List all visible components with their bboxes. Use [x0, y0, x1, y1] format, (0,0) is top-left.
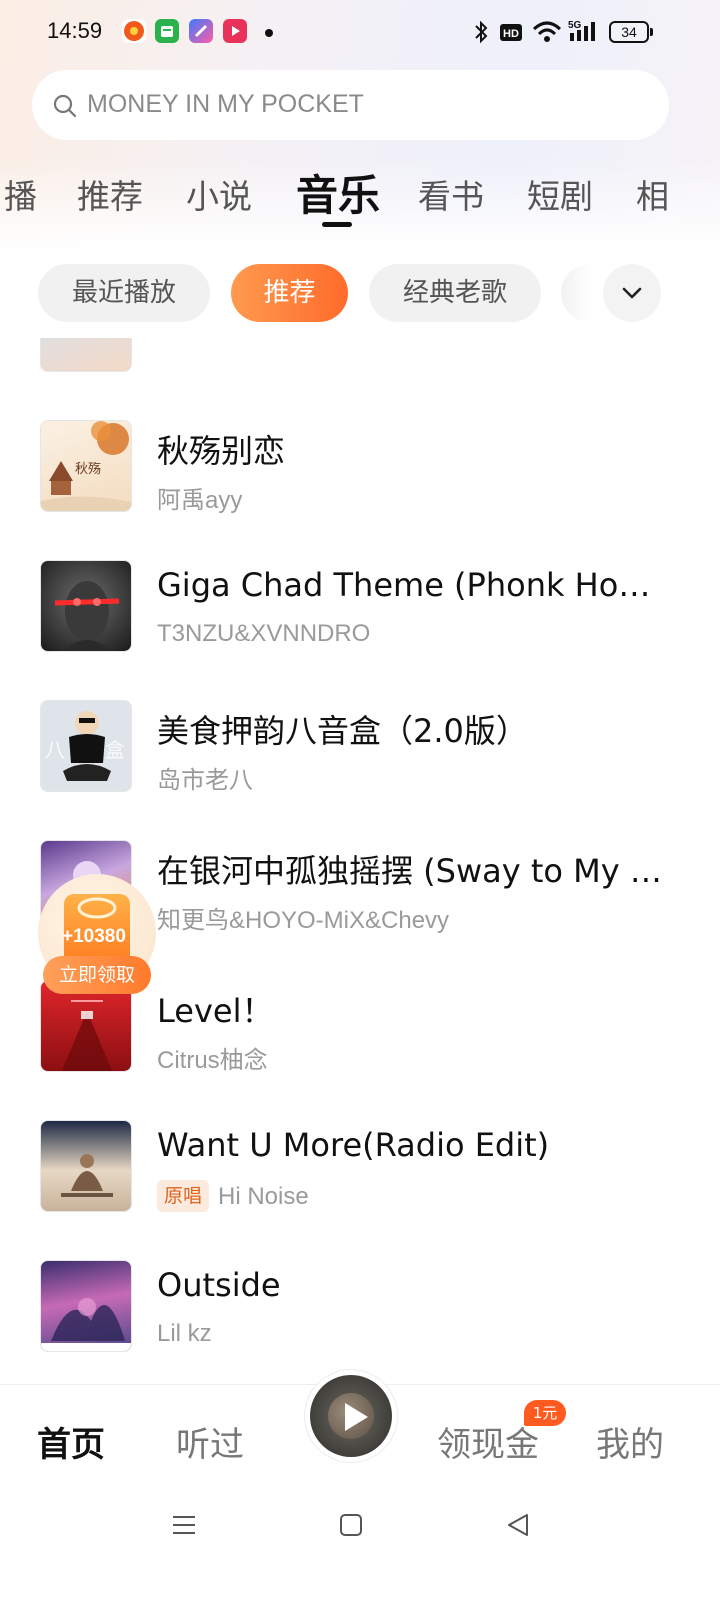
notification-app-icon: [155, 19, 179, 43]
home-icon[interactable]: [339, 1512, 363, 1538]
song-list: 秋殇 秋殇别恋 阿禹ayy Giga Chad Theme (Phonk Hou…: [0, 338, 720, 1384]
song-title: 美食押韵八音盒（2.0版）: [157, 712, 528, 750]
svg-text:盒: 盒: [105, 738, 125, 762]
song-title: 秋殇别恋: [157, 432, 286, 470]
system-navigation-bar: [0, 1492, 720, 1612]
list-item[interactable]: [0, 338, 720, 400]
notification-app-icon: [223, 19, 247, 43]
signal-icon: 5G: [568, 20, 595, 41]
claim-reward-button[interactable]: 立即领取: [43, 956, 151, 994]
nav-me[interactable]: 我的: [596, 1417, 664, 1466]
search-placeholder: MONEY IN MY POCKET: [87, 90, 364, 118]
song-cover: 八 盒: [40, 700, 132, 792]
song-cover: [40, 560, 132, 652]
active-tab-indicator: [322, 222, 352, 227]
song-cover: [40, 1260, 132, 1352]
original-singer-badge: 原唱: [157, 1180, 210, 1212]
chip-recently-played[interactable]: 最近播放: [38, 264, 210, 322]
vinyl-disc: [310, 1375, 392, 1457]
song-artist: 阿禹ayy: [157, 487, 243, 514]
bluetooth-icon: [475, 20, 488, 44]
back-icon[interactable]: [505, 1512, 531, 1538]
battery-cap: [650, 28, 653, 36]
song-artist: 知更鸟&HOYO-MiX&Chevy: [157, 907, 450, 934]
list-item[interactable]: 秋殇 秋殇别恋 阿禹ayy: [0, 420, 720, 540]
chip-overflow-fade: [561, 264, 591, 322]
song-artist: Lil kz: [157, 1320, 212, 1347]
song-artist: Citrus柚念: [157, 1047, 268, 1074]
battery-indicator: 34: [609, 21, 653, 43]
song-artist: 岛市老八: [157, 767, 253, 794]
chip-recommend[interactable]: 推荐: [231, 264, 348, 322]
song-title: 在银河中孤独摇摆 (Sway to My Beat in Cosmos): [157, 852, 662, 890]
menu-icon[interactable]: [171, 1512, 197, 1538]
search-bar[interactable]: MONEY IN MY POCKET: [32, 70, 669, 140]
list-item[interactable]: Level！ Citrus柚念: [0, 980, 720, 1100]
song-title: Outside: [157, 1266, 281, 1304]
battery-level: 34: [609, 21, 649, 43]
nav-home[interactable]: 首页: [37, 1417, 105, 1466]
list-item[interactable]: Outside Lil kz: [0, 1260, 720, 1380]
category-tabs: 播 推荐 小说 音乐 看书 短剧 相: [0, 158, 720, 238]
search-icon: [53, 94, 77, 118]
tab-novel[interactable]: 小说: [186, 170, 252, 218]
hd-icon: HD: [500, 24, 522, 41]
expand-chips-button[interactable]: [603, 264, 661, 322]
song-cover: [40, 1120, 132, 1212]
song-title: Level！: [157, 992, 274, 1030]
notification-app-icon: [122, 19, 146, 43]
svg-text:HD: HD: [503, 28, 519, 40]
song-title: Want U More(Radio Edit): [157, 1126, 550, 1164]
svg-text:5G: 5G: [568, 20, 582, 31]
list-item[interactable]: Want U More(Radio Edit) 原唱 Hi Noise: [0, 1120, 720, 1240]
svg-text:八: 八: [45, 738, 65, 762]
list-item[interactable]: 八 盒 美食押韵八音盒（2.0版） 岛市老八: [0, 700, 720, 820]
cash-badge: 1元: [524, 1400, 566, 1426]
wifi-icon: [532, 21, 562, 42]
now-playing-button[interactable]: [305, 1370, 397, 1462]
status-time: 14:59: [47, 18, 103, 43]
song-cover: [40, 338, 132, 372]
play-icon: [345, 1403, 368, 1431]
nav-history[interactable]: 听过: [176, 1417, 244, 1466]
song-title: Giga Chad Theme (Phonk House Version): [157, 566, 662, 604]
floating-reward-widget[interactable]: +10380 立即领取: [38, 874, 156, 994]
song-artist: T3NZU&XVNNDRO: [157, 620, 371, 647]
tab-music[interactable]: 音乐: [296, 162, 380, 223]
svg-text:秋殇: 秋殇: [75, 462, 101, 477]
tab-more[interactable]: 相: [636, 170, 669, 218]
chevron-down-icon: [622, 287, 642, 299]
list-item[interactable]: Giga Chad Theme (Phonk House Version) T3…: [0, 560, 720, 680]
notification-dot: [265, 29, 273, 37]
tab-read-books[interactable]: 看书: [418, 170, 484, 218]
tab-recommend[interactable]: 推荐: [77, 170, 143, 218]
notification-app-icon: [189, 19, 213, 43]
tab-live[interactable]: 播: [4, 170, 37, 218]
song-cover: 秋殇: [40, 420, 132, 512]
song-artist: Hi Noise: [218, 1183, 309, 1210]
reward-amount: +10380: [62, 926, 126, 947]
chip-classic-oldies[interactable]: 经典老歌: [369, 264, 541, 322]
tab-short-drama[interactable]: 短剧: [527, 170, 593, 218]
song-artist-row: 原唱 Hi Noise: [157, 1180, 657, 1212]
status-bar: 14:59 HD 5G 34: [0, 0, 720, 64]
